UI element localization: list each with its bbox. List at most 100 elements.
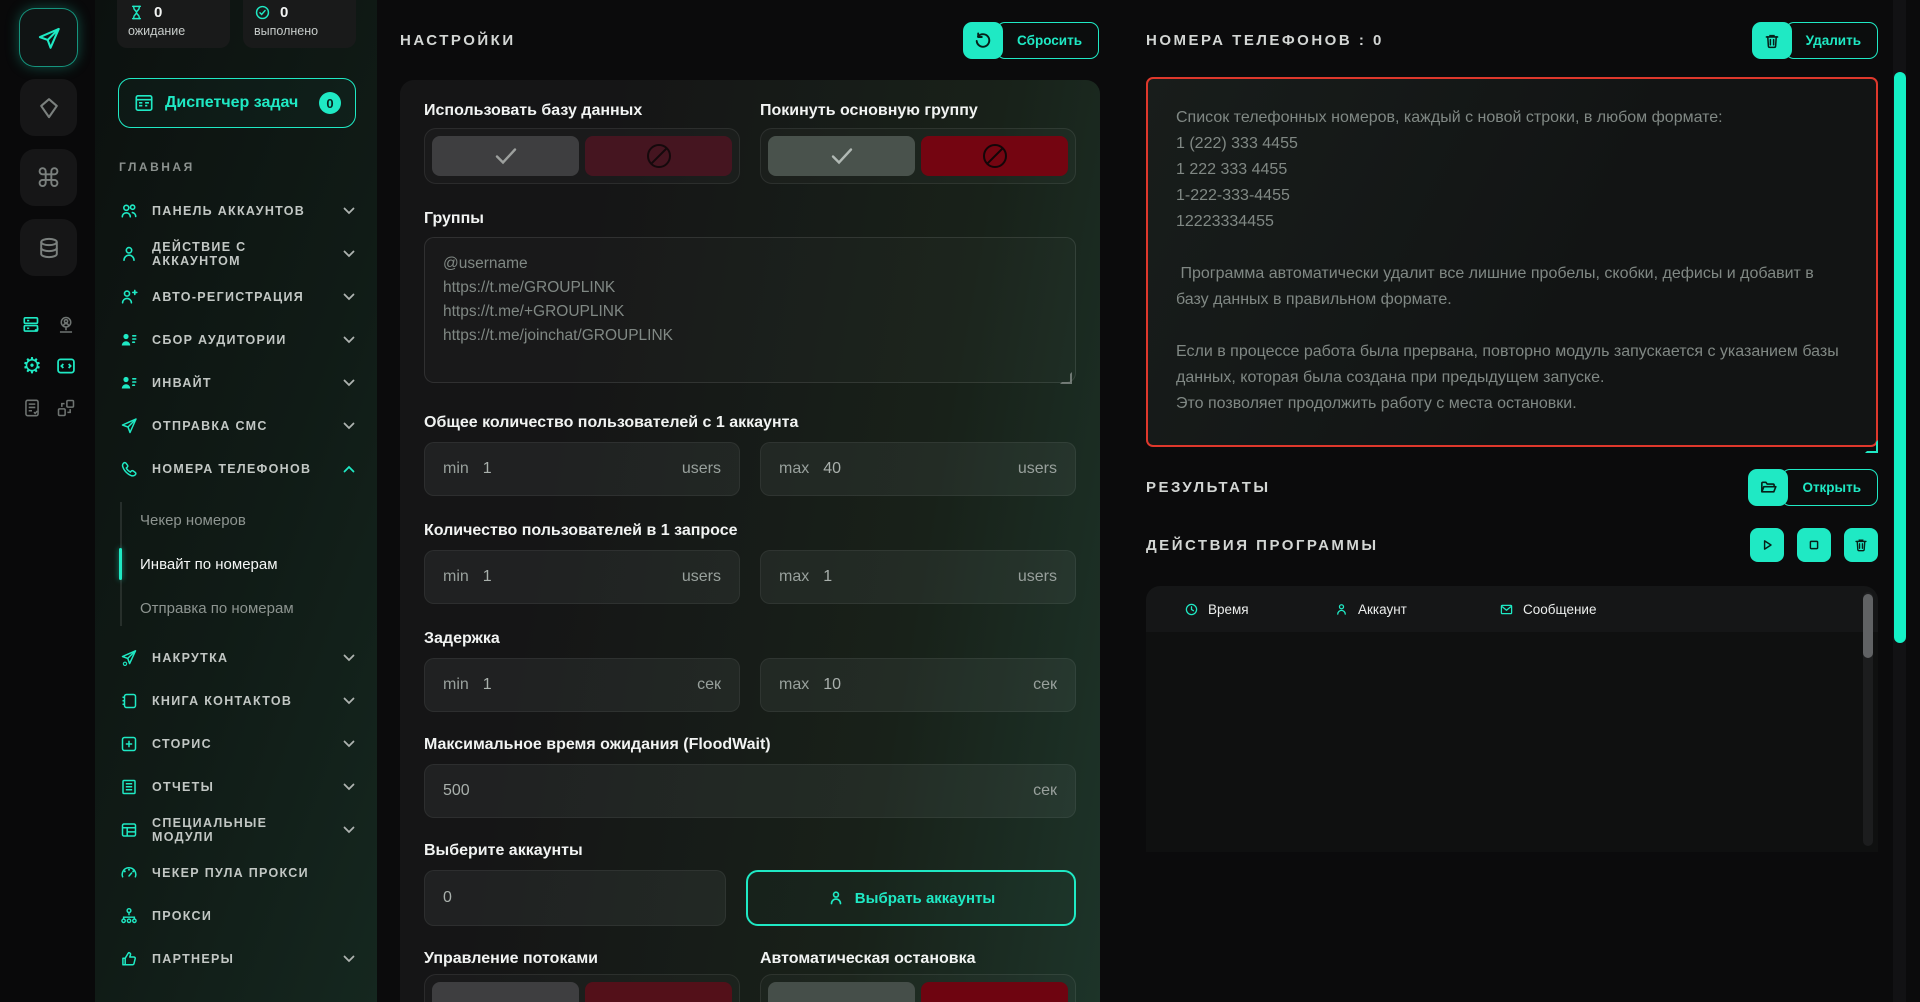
total-users-min-input[interactable]: min 1 users [424, 442, 740, 496]
plus-square-icon [119, 734, 139, 754]
sidebar-item-phone-numbers[interactable]: НОМЕРА ТЕЛЕФОНОВ [95, 447, 377, 490]
settings-gear-icon[interactable]: ⚙ [20, 354, 44, 378]
sidebar-item-reports[interactable]: ОТЧЕТЫ [95, 765, 377, 808]
select-accounts-button[interactable]: Выбрать аккаунты [746, 870, 1076, 926]
server-check-icon[interactable] [20, 313, 44, 337]
floodwait-label: Максимальное время ожидания (FloodWait) [424, 736, 1076, 754]
submenu-item-number-checker[interactable]: Чекер номеров [95, 498, 377, 542]
phone-icon [119, 459, 139, 479]
pending-count: 0 [154, 4, 162, 21]
sidebar-item-proxy-pool-checker[interactable]: ЧЕКЕР ПУЛА ПРОКСИ [95, 851, 377, 894]
users-icon [119, 201, 139, 221]
phone-numbers-submenu: Чекер номеров Инвайт по номерам Отправка… [95, 498, 377, 630]
submenu-item-invite-by-numbers[interactable]: Инвайт по номерам [95, 542, 377, 586]
toggle-no-button[interactable] [921, 136, 1068, 176]
folder-open-icon [1748, 469, 1788, 506]
reset-button[interactable]: Сбросить [963, 22, 1099, 59]
chevron-down-icon [343, 336, 355, 344]
report-check-icon[interactable] [20, 396, 44, 420]
sidebar-item-boosting[interactable]: НАКРУТКА [95, 636, 377, 679]
proxy-network-icon [119, 906, 139, 926]
gauge-icon [119, 863, 139, 883]
task-manager-badge: 0 [319, 92, 341, 114]
phone-numbers-box [1146, 77, 1878, 447]
sidebar-item-contact-book[interactable]: КНИГА КОНТАКТОВ [95, 679, 377, 722]
threads-toggle [424, 974, 740, 1002]
sidebar-item-stories[interactable]: СТОРИС [95, 722, 377, 765]
chevron-down-icon [343, 783, 355, 791]
sidebar-item-sms-sending[interactable]: ОТПРАВКА СМС [95, 404, 377, 447]
page-scrollbar-thumb[interactable] [1894, 72, 1906, 643]
users-per-request-max-input[interactable]: max 1 users [760, 550, 1076, 604]
toggle-no-button[interactable] [921, 982, 1068, 1002]
chevron-down-icon [343, 654, 355, 662]
sidebar-menu: ПАНЕЛЬ АККАУНТОВ ДЕЙСТВИЕ С АККАУНТОМ АВ… [95, 189, 377, 980]
sidebar: 0 ожидание 0 выполнено Диспетчер задач 0 [95, 0, 377, 1002]
reset-icon [963, 22, 1003, 59]
toggle-yes-button[interactable] [432, 982, 579, 1002]
sidebar-item-auto-registration[interactable]: АВТО-РЕГИСТРАЦИЯ [95, 275, 377, 318]
modules-icon [119, 820, 139, 840]
chevron-down-icon [343, 826, 355, 834]
phone-numbers-textarea[interactable] [1148, 79, 1876, 445]
use-database-label: Использовать базу данных [424, 102, 740, 120]
task-manager-button[interactable]: Диспетчер задач 0 [118, 78, 356, 128]
sidebar-item-invite[interactable]: ИНВАЙТ [95, 361, 377, 404]
sidebar-section-label: ГЛАВНАЯ [119, 160, 195, 174]
icon-rail: ⌘ ⚙ [0, 0, 95, 1002]
groups-label: Группы [424, 210, 1076, 228]
autostop-toggle [760, 974, 1076, 1002]
stop-button[interactable] [1797, 528, 1831, 562]
chevron-down-icon [343, 250, 355, 258]
total-users-max-input[interactable]: max 40 users [760, 442, 1076, 496]
transfer-swap-icon[interactable] [54, 396, 78, 420]
groups-textarea[interactable] [424, 237, 1076, 383]
user-icon [1334, 602, 1349, 617]
floodwait-input[interactable]: 500 сек [424, 764, 1076, 818]
sidebar-item-account-action[interactable]: ДЕЙСТВИЕ С АККАУНТОМ [95, 232, 377, 275]
log-scrollbar-thumb[interactable] [1863, 594, 1873, 658]
autostop-label: Автоматическая остановка [760, 950, 1076, 968]
accounts-count-input[interactable]: 0 [424, 870, 726, 926]
chevron-down-icon [343, 207, 355, 215]
sidebar-item-accounts-panel[interactable]: ПАНЕЛЬ АККАУНТОВ [95, 189, 377, 232]
command-menu-icon[interactable]: ⌘ [20, 149, 77, 206]
users-per-request-min-input[interactable]: min 1 users [424, 550, 740, 604]
hourglass-icon [128, 4, 145, 21]
clear-log-button[interactable] [1844, 528, 1878, 562]
clock-icon [1184, 602, 1199, 617]
premium-diamond-icon[interactable] [20, 79, 77, 136]
trash-icon [1752, 22, 1792, 59]
toggle-yes-button[interactable] [768, 136, 915, 176]
envelope-icon [1499, 602, 1514, 617]
toggle-yes-button[interactable] [432, 136, 579, 176]
chevron-down-icon [343, 422, 355, 430]
sidebar-item-special-modules[interactable]: СПЕЦИАЛЬНЫЕ МОДУЛИ [95, 808, 377, 851]
start-button[interactable] [1750, 528, 1784, 562]
chevron-up-icon [343, 465, 355, 473]
stat-pending: 0 ожидание [117, 0, 230, 48]
chevron-down-icon [343, 697, 355, 705]
toggle-yes-button[interactable] [768, 982, 915, 1002]
delay-min-input[interactable]: min 1 сек [424, 658, 740, 712]
code-window-icon[interactable] [54, 354, 78, 378]
log-column-account: Аккаунт [1334, 602, 1499, 617]
total-users-label: Общее количество пользователей с 1 аккау… [424, 414, 1076, 432]
delete-button[interactable]: Удалить [1752, 22, 1878, 59]
account-network-icon[interactable] [54, 313, 78, 337]
telegram-send-icon[interactable] [20, 9, 77, 66]
sidebar-item-audience-collection[interactable]: СБОР АУДИТОРИИ [95, 318, 377, 361]
database-icon[interactable] [20, 219, 77, 276]
phones-panel: НОМЕРА ТЕЛЕФОНОВ : 0 Удалить РЕЗУЛЬТАТЫ … [1122, 0, 1890, 1002]
submenu-item-send-by-numbers[interactable]: Отправка по номерам [95, 586, 377, 630]
send-icon [119, 416, 139, 436]
contacts-book-icon [119, 691, 139, 711]
no-icon [647, 144, 671, 168]
toggle-no-button[interactable] [585, 136, 732, 176]
sidebar-item-proxy[interactable]: ПРОКСИ [95, 894, 377, 937]
open-results-button[interactable]: Открыть [1748, 469, 1878, 506]
send-plus-icon [119, 648, 139, 668]
sidebar-item-partners[interactable]: ПАРТНЕРЫ [95, 937, 377, 980]
toggle-no-button[interactable] [585, 982, 732, 1002]
delay-max-input[interactable]: max 10 сек [760, 658, 1076, 712]
